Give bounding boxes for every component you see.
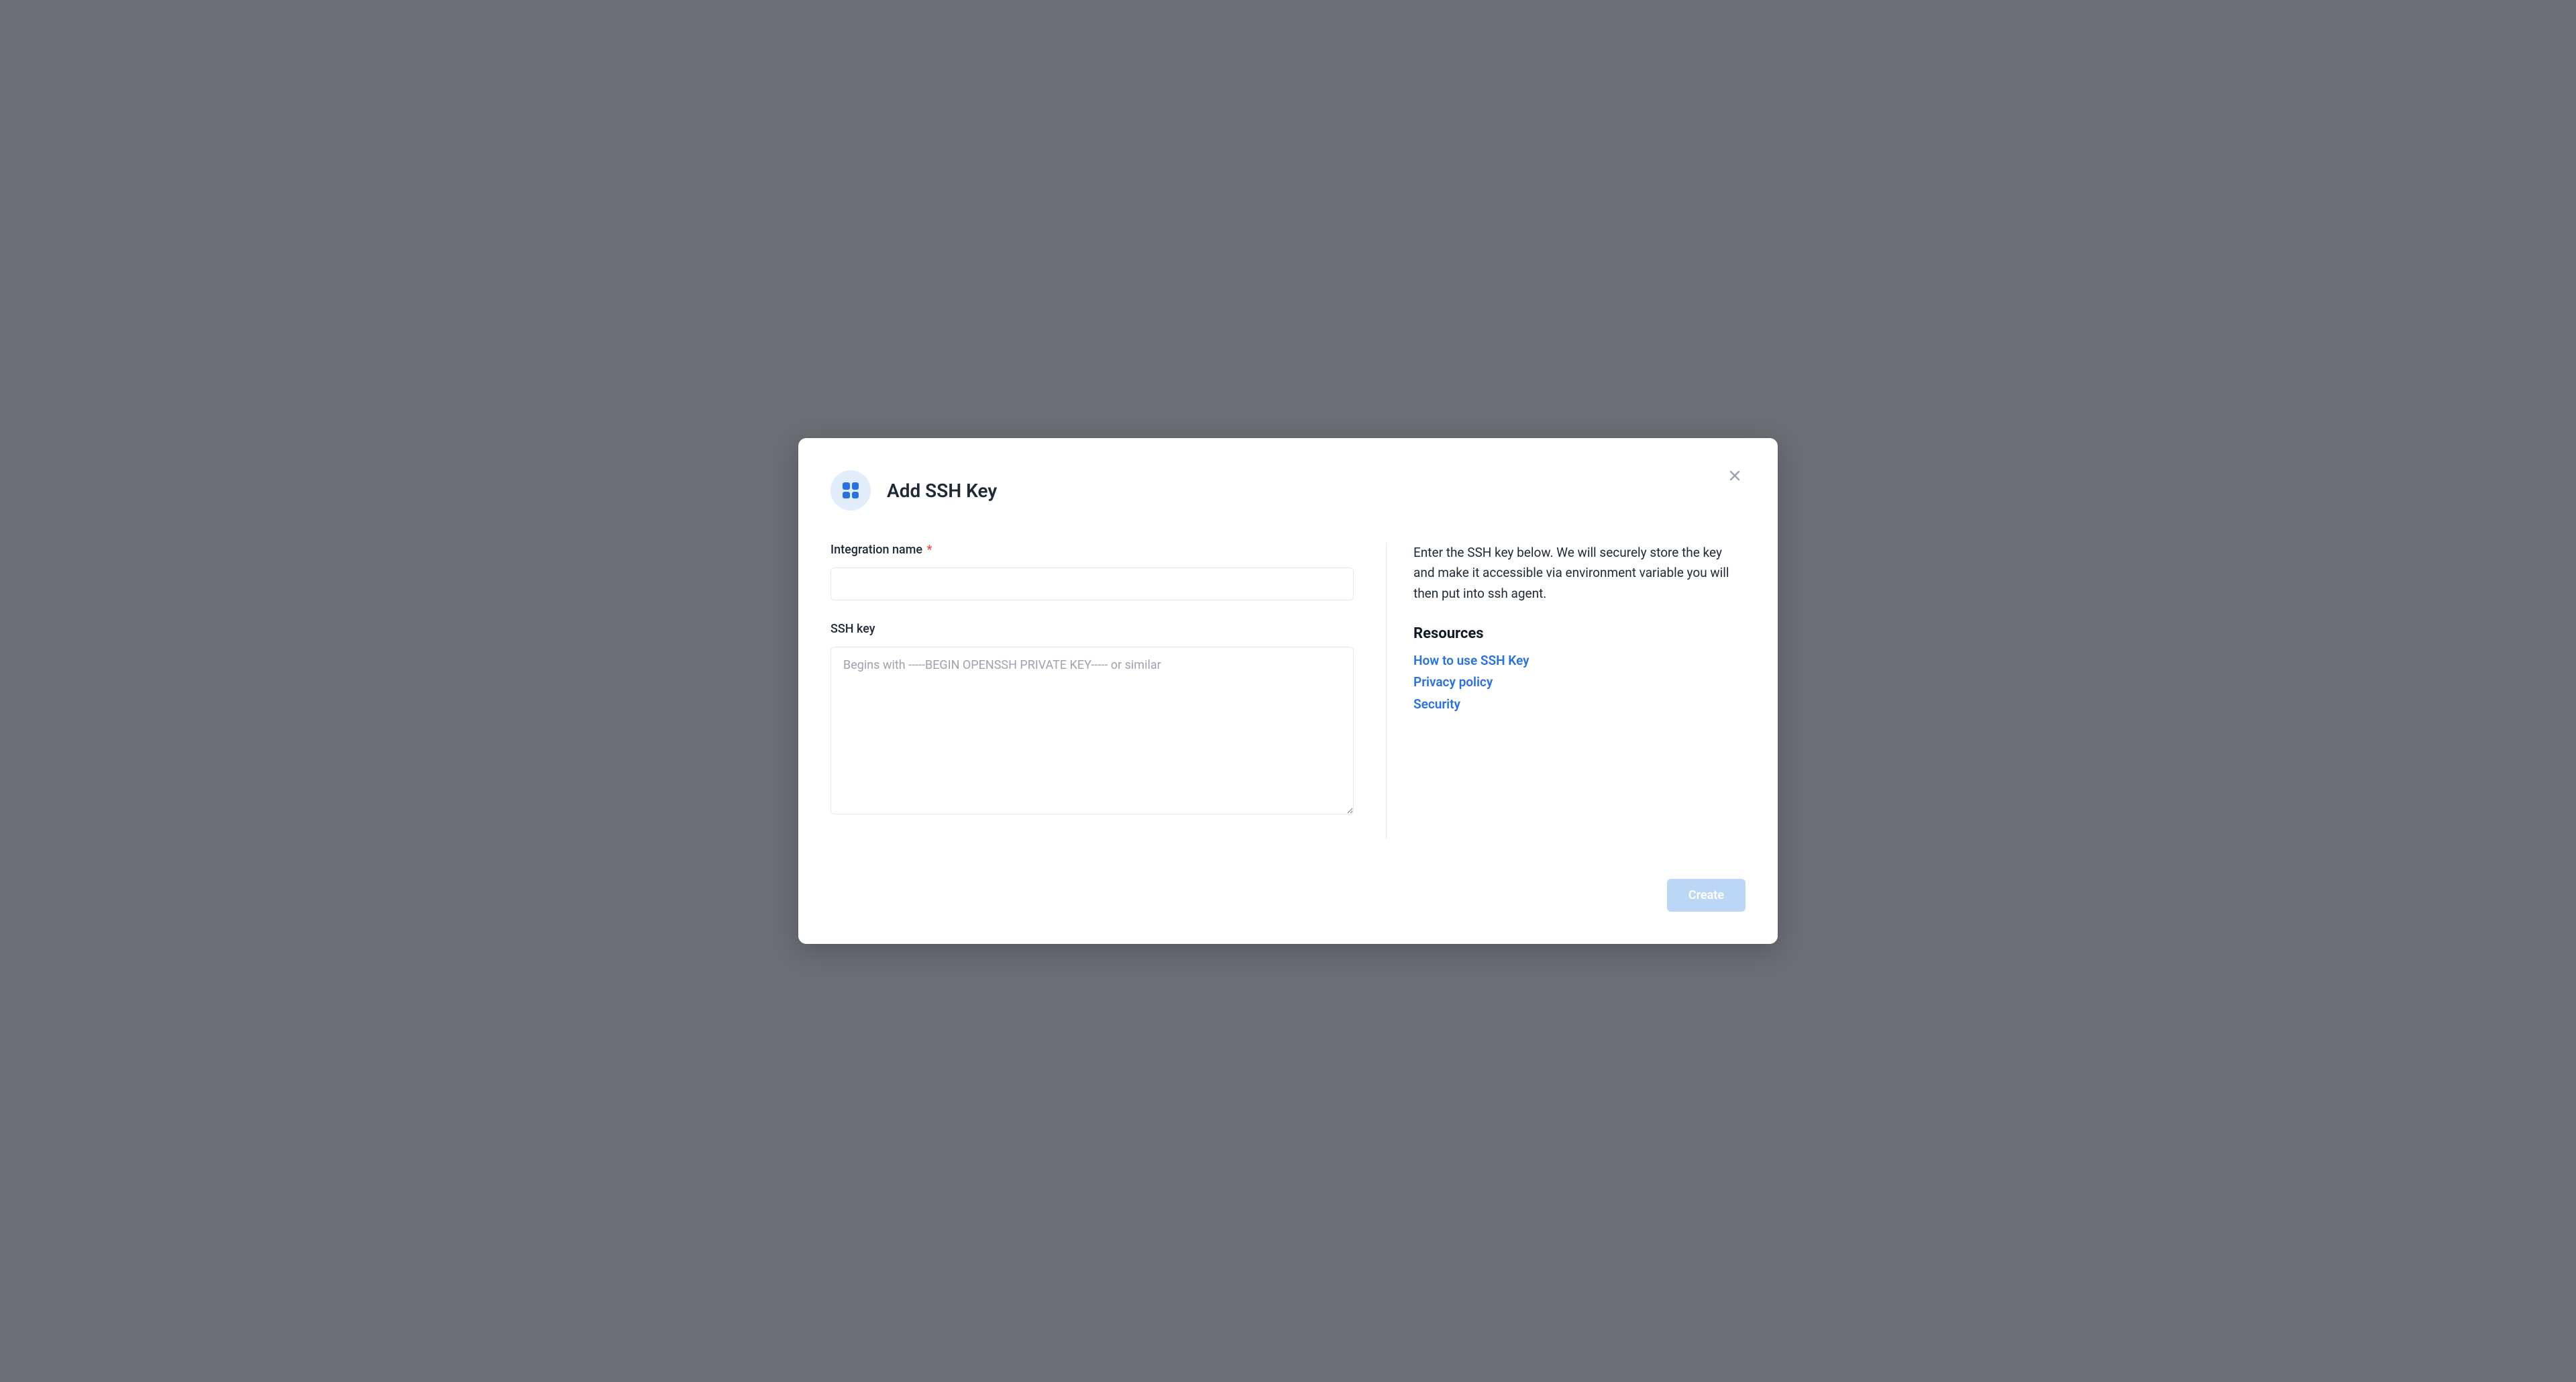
close-button[interactable] <box>1724 465 1746 486</box>
resource-link-privacy[interactable]: Privacy policy <box>1413 672 1735 693</box>
integration-name-input[interactable] <box>830 568 1354 600</box>
form-section: Integration name * SSH key <box>830 543 1354 839</box>
resource-link-how-to[interactable]: How to use SSH Key <box>1413 650 1735 672</box>
create-button[interactable]: Create <box>1667 879 1746 912</box>
add-ssh-key-modal: Add SSH Key Integration name * SSH key E… <box>798 438 1778 944</box>
modal-icon-badge <box>830 470 871 511</box>
required-asterisk: * <box>927 543 932 557</box>
integration-name-label: Integration name * <box>830 543 1354 557</box>
modal-title: Add SSH Key <box>887 480 997 502</box>
description-text: Enter the SSH key below. We will securel… <box>1413 543 1735 604</box>
modal-body: Integration name * SSH key Enter the SSH… <box>830 543 1746 839</box>
sidebar-section: Enter the SSH key below. We will securel… <box>1386 543 1735 839</box>
resource-link-security[interactable]: Security <box>1413 694 1735 715</box>
resources-heading: Resources <box>1413 625 1735 642</box>
modal-header: Add SSH Key <box>830 470 1746 511</box>
close-icon <box>1728 469 1741 482</box>
ssh-key-label: SSH key <box>830 622 1354 636</box>
ssh-key-group: SSH key <box>830 622 1354 817</box>
ssh-key-textarea[interactable] <box>830 647 1354 814</box>
grid-icon <box>843 482 859 498</box>
integration-name-group: Integration name * <box>830 543 1354 600</box>
modal-footer: Create <box>830 879 1746 912</box>
